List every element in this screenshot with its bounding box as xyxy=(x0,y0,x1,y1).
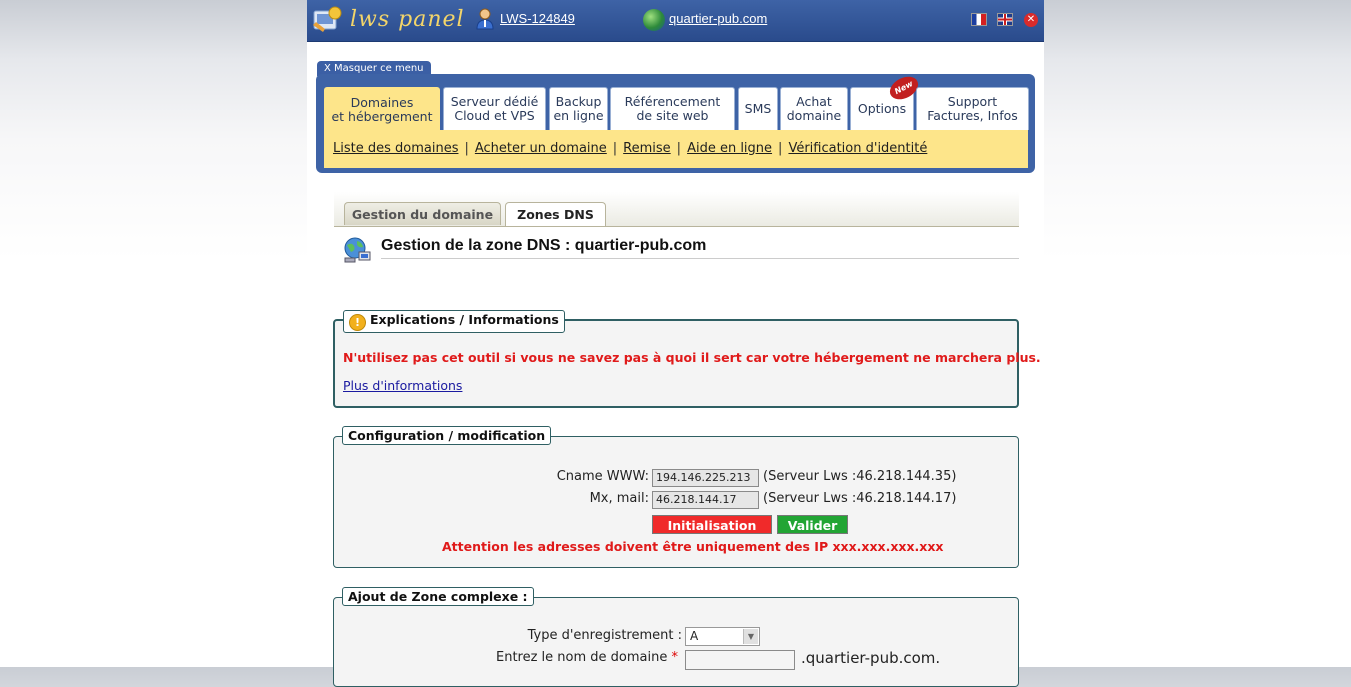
lws-logo-icon[interactable] xyxy=(311,5,343,33)
mx-label: Mx, mail: xyxy=(589,491,649,506)
chevron-down-icon: ▼ xyxy=(743,629,758,644)
separator: | xyxy=(676,141,682,156)
configuration-panel: Configuration / modification Cname WWW: … xyxy=(333,426,1019,568)
tab-sms[interactable]: SMS xyxy=(738,87,778,130)
top-header-bar: lws panel LWS-124849 quartier-pub.com ✕ xyxy=(307,0,1044,42)
tab-backup[interactable]: Backup en ligne xyxy=(549,87,608,130)
record-type-value: A xyxy=(690,629,699,643)
warning-text: N'utilisez pas cet outil si vous ne save… xyxy=(343,350,1041,365)
legend-label: Explications / Informations xyxy=(370,312,559,327)
tab-label: Backup xyxy=(555,94,602,109)
required-mark: * xyxy=(671,650,679,665)
close-icon[interactable]: ✕ xyxy=(1024,13,1038,27)
content-tabs: Gestion du domaine Zones DNS xyxy=(334,192,1019,227)
separator: | xyxy=(778,141,783,156)
separator: | xyxy=(464,141,469,156)
complex-zone-panel: Ajout de Zone complexe : Type d'enregist… xyxy=(333,587,1019,687)
tab-label: Référencement xyxy=(624,94,721,109)
domain-name-label: Entrez le nom de domaine * xyxy=(496,650,678,665)
tab-label: Cloud et VPS xyxy=(454,108,535,123)
link-aide-en-ligne[interactable]: Aide en ligne xyxy=(687,141,772,156)
tab-label: Support xyxy=(947,94,998,109)
logo-text[interactable]: lws panel xyxy=(350,7,465,32)
link-liste-domaines[interactable]: Liste des domaines xyxy=(333,141,458,156)
page-container: lws panel LWS-124849 quartier-pub.com ✕ … xyxy=(307,0,1044,687)
english-flag-icon[interactable] xyxy=(997,13,1013,26)
domain-name-input[interactable] xyxy=(685,650,795,670)
tab-domaines[interactable]: Domaines et hébergement xyxy=(324,87,440,131)
domain-name-label-text: Entrez le nom de domaine xyxy=(495,650,668,665)
divider xyxy=(381,258,1019,259)
warning-icon: ! xyxy=(349,314,366,331)
tab-label: Domaines xyxy=(350,94,414,110)
cname-note: (Serveur Lws :46.218.144.35) xyxy=(763,469,957,484)
attention-text: Attention les adresses doivent être uniq… xyxy=(442,539,944,554)
tab-label: domaine xyxy=(786,108,842,123)
page-title: Gestion de la zone DNS : quartier-pub.co… xyxy=(381,237,707,254)
tab-label: et hébergement xyxy=(331,108,433,124)
tab-label: en ligne xyxy=(553,108,604,123)
panel-legend: Ajout de Zone complexe : xyxy=(342,587,534,606)
link-verification-identite[interactable]: Vérification d'identité xyxy=(788,141,927,156)
tab-serveur-dedie[interactable]: Serveur dédié Cloud et VPS xyxy=(443,87,546,130)
link-remise[interactable]: Remise xyxy=(623,141,671,156)
tab-label: Achat xyxy=(796,94,832,109)
tab-label: Options xyxy=(857,101,907,116)
cname-input[interactable]: 194.146.225.213 xyxy=(652,469,759,487)
more-info-link[interactable]: Plus d'informations xyxy=(343,378,462,393)
domain-suffix: .quartier-pub.com. xyxy=(801,649,941,667)
tab-label: Factures, Infos xyxy=(927,108,1018,123)
validate-button[interactable]: Valider xyxy=(777,515,848,534)
mx-input[interactable]: 46.218.144.17 xyxy=(652,491,759,509)
account-link[interactable]: LWS-124849 xyxy=(500,11,575,26)
user-icon xyxy=(476,8,494,30)
tab-support[interactable]: Support Factures, Infos xyxy=(916,87,1029,130)
mx-note: (Serveur Lws :46.218.144.17) xyxy=(763,491,957,506)
french-flag-icon[interactable] xyxy=(971,13,987,26)
main-menu: Domaines et hébergement Serveur dédié Clou… xyxy=(316,72,1035,173)
tab-label: Serveur dédié xyxy=(450,94,539,109)
separator: | xyxy=(612,141,618,156)
globe-icon xyxy=(643,9,665,31)
domain-link[interactable]: quartier-pub.com xyxy=(669,11,767,26)
tab-zones-dns[interactable]: Zones DNS xyxy=(505,202,606,226)
panel-legend: ! Explications / Informations xyxy=(343,310,565,333)
tab-gestion-domaine[interactable]: Gestion du domaine xyxy=(344,202,501,225)
explanations-panel: ! Explications / Informations N'utilisez … xyxy=(333,310,1041,408)
initialisation-button[interactable]: Initialisation xyxy=(652,515,772,534)
submenu-links: Liste des domaines | Acheter un domaine | Re… xyxy=(333,141,927,156)
panel-legend: Configuration / modification xyxy=(342,426,552,445)
tab-label: SMS xyxy=(744,101,772,116)
tab-achat-domaine[interactable]: Achat domaine xyxy=(780,87,848,130)
cname-label: Cname WWW: xyxy=(556,469,649,484)
record-type-select[interactable]: A ▼ xyxy=(685,627,760,646)
tab-label: de site web xyxy=(636,108,709,123)
tab-referencement[interactable]: Référencement de site web xyxy=(610,87,735,130)
record-type-label: Type d'enregistrement : xyxy=(527,628,682,643)
network-globe-icon xyxy=(344,237,371,263)
link-acheter-domaine[interactable]: Acheter un domaine xyxy=(475,141,607,156)
